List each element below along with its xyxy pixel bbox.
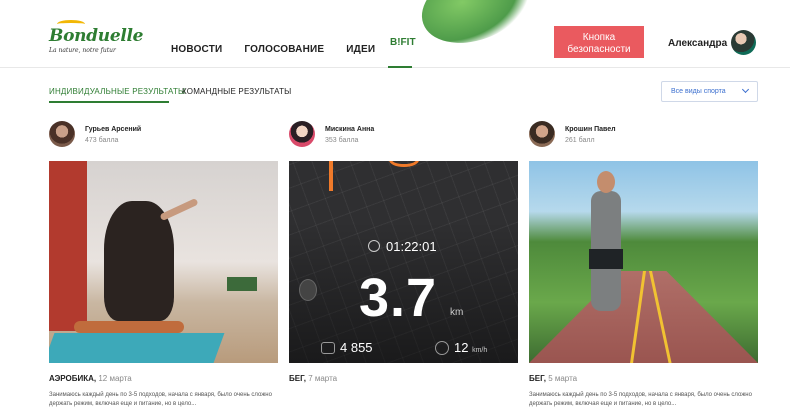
person-name: Мискина Анна	[325, 126, 375, 133]
clock-icon	[368, 240, 380, 252]
logo-tagline: La nature, notre futur	[49, 47, 116, 54]
speedometer-icon	[435, 341, 449, 355]
yoga-mat	[49, 333, 225, 363]
logo-arc	[57, 20, 85, 28]
workout-steps: 4 855	[340, 340, 373, 355]
run-tracker-screenshot[interactable]: 01:22:01 3.7 km 4 855 12 km/h	[289, 161, 518, 363]
nav-news[interactable]: НОВОСТИ	[171, 44, 222, 55]
person-points: 473 балла	[85, 137, 119, 144]
workout-time: 01:22:01	[386, 239, 437, 254]
card-category[interactable]: АЭРОБИКА, 12 марта	[49, 374, 132, 383]
person-points: 261 балл	[565, 137, 595, 144]
main-nav: НОВОСТИ ГОЛОСОВАНИЕ ИДЕИ	[171, 44, 397, 55]
nav-voting[interactable]: ГОЛОСОВАНИЕ	[244, 44, 324, 55]
card-category[interactable]: БЕГ, 7 марта	[289, 374, 337, 383]
avatar	[529, 121, 555, 147]
avatar	[289, 121, 315, 147]
speed-value: 12	[454, 340, 469, 355]
nav-active-indicator	[388, 66, 412, 68]
card-category[interactable]: БЕГ, 5 марта	[529, 374, 577, 383]
top-header: Bonduelle La nature, notre futur НОВОСТИ…	[0, 0, 790, 68]
workout-speed: 12 km/h	[454, 340, 487, 355]
tab-individual-results[interactable]: ИНДИВИДУАЛЬНЫЕ РЕЗУЛЬТАТЫ	[49, 87, 185, 96]
woman-arm	[159, 197, 199, 222]
logo-word: Bonduelle	[49, 26, 144, 46]
runner-head	[597, 171, 615, 193]
decorative-leaf	[411, 0, 539, 57]
red-wall	[49, 161, 87, 331]
tab-active-indicator	[49, 101, 169, 103]
user-name[interactable]: Александра	[668, 38, 727, 49]
card-description: Занимаюсь каждый день по 3-5 подходов, н…	[49, 392, 272, 407]
footsteps-icon	[321, 342, 335, 354]
nav-ideas[interactable]: ИДЕИ	[346, 44, 375, 55]
distance-unit: km	[450, 307, 464, 318]
speed-unit: km/h	[472, 347, 488, 354]
tractor	[227, 277, 257, 291]
card-category-label: БЕГ,	[529, 374, 546, 383]
balance-board	[74, 321, 184, 333]
nav-bfit[interactable]: B!FIT	[390, 37, 416, 48]
card-description: Занимаюсь каждый день по 3-5 подходов, н…	[529, 392, 752, 407]
person-points: 353 балла	[325, 137, 359, 144]
workout-distance: 3.7	[359, 268, 438, 328]
person-name: Гурьев Арсений	[85, 126, 142, 133]
location-pin-icon	[299, 279, 317, 301]
card-date: 7 марта	[308, 374, 338, 383]
card-date: 12 марта	[98, 374, 132, 383]
sport-filter-label: Все виды спорта	[671, 88, 726, 95]
sport-filter-select[interactable]: Все виды спорта	[661, 81, 758, 102]
avatar	[49, 121, 75, 147]
running-photo[interactable]	[529, 161, 758, 363]
chevron-down-icon	[741, 85, 750, 94]
panic-button[interactable]: Кнопка безопасности	[554, 26, 644, 58]
runner-shorts	[589, 249, 623, 269]
person-name: Крошин Павел	[565, 126, 616, 133]
tab-team-results[interactable]: КОМАНДНЫЕ РЕЗУЛЬТАТЫ	[182, 87, 291, 96]
card-category-label: АЭРОБИКА,	[49, 374, 97, 383]
user-avatar[interactable]	[731, 30, 756, 55]
bonduelle-logo[interactable]: Bonduelle La nature, notre futur	[49, 20, 144, 54]
map-overlay	[289, 161, 518, 363]
aerobics-photo[interactable]	[49, 161, 278, 363]
card-category-label: БЕГ,	[289, 374, 306, 383]
card-date: 5 марта	[548, 374, 578, 383]
